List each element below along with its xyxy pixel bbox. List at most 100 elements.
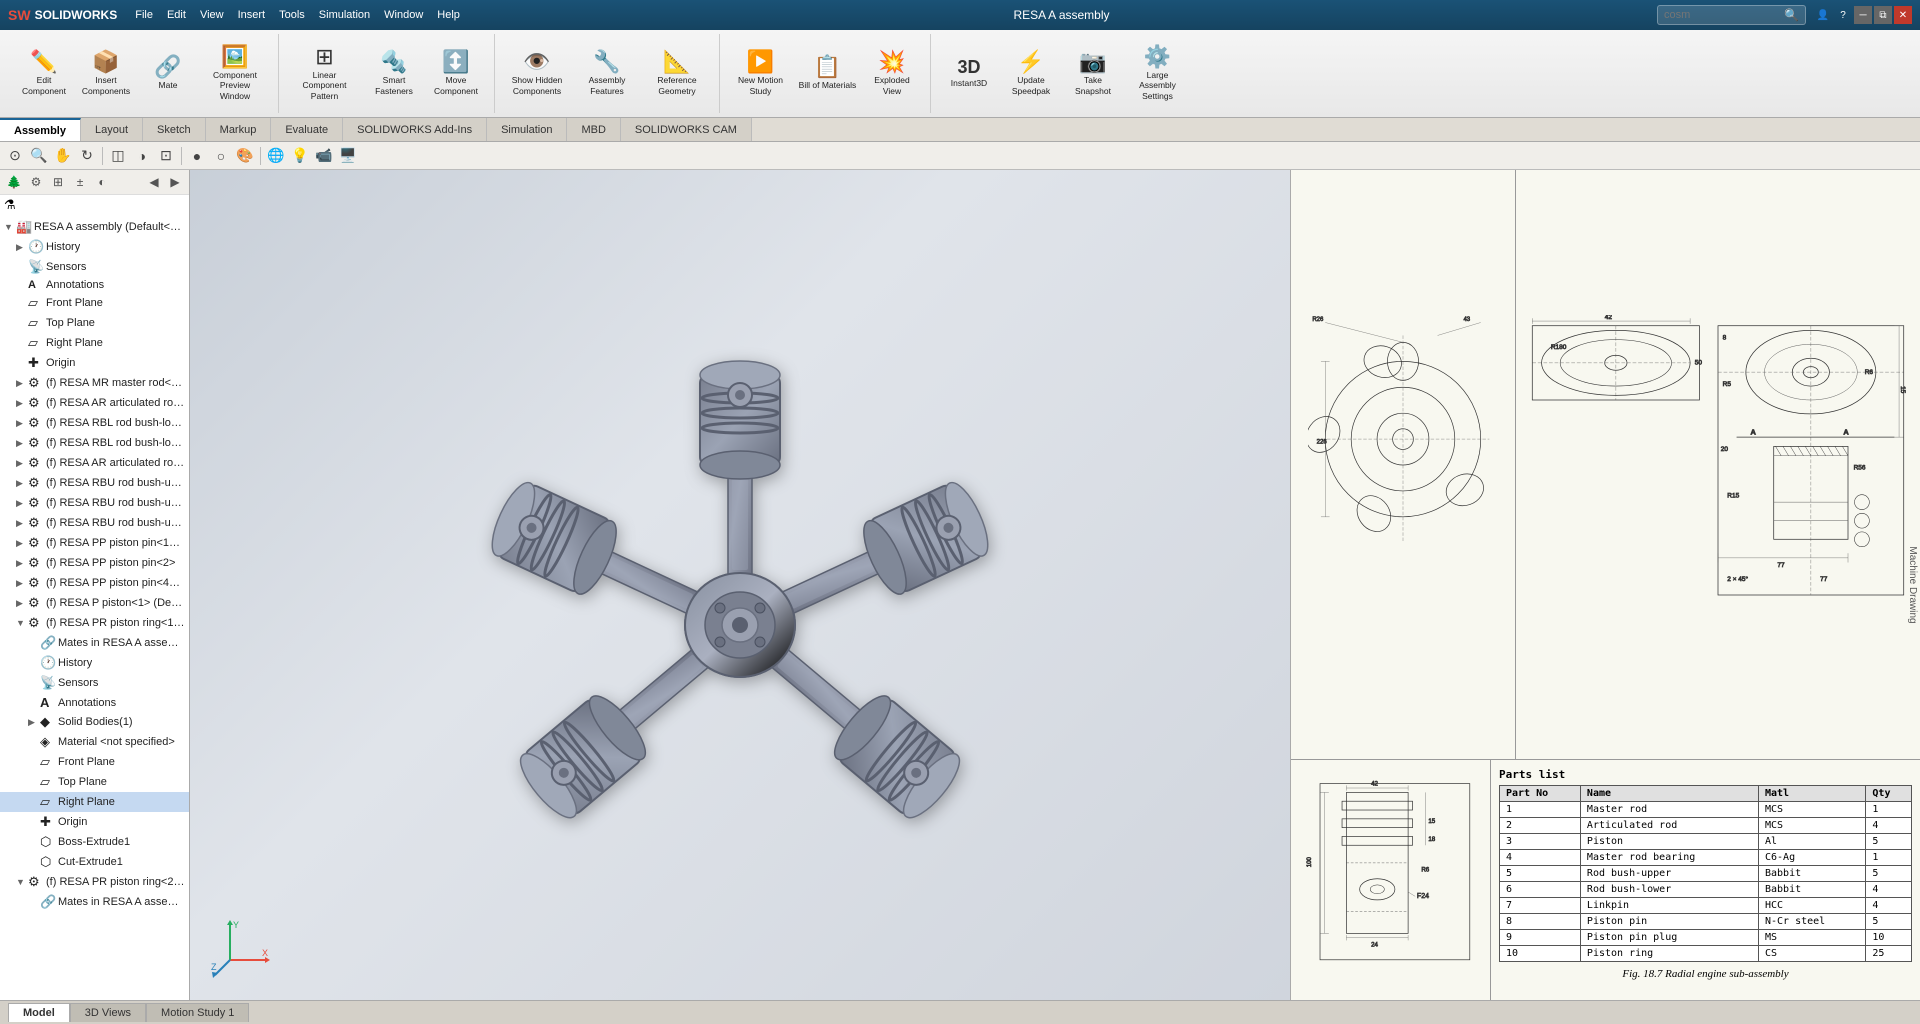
tree-item-front-plane[interactable]: ▱ Front Plane [0, 293, 189, 313]
panel-config-btn[interactable]: ⊞ [48, 172, 68, 192]
tree-item-sensors2[interactable]: 📡 Sensors [0, 673, 189, 693]
menu-simulation[interactable]: Simulation [313, 7, 376, 23]
take-snapshot-button[interactable]: 📷 Take Snapshot [1063, 46, 1123, 100]
mate-button[interactable]: 🔗 Mate [138, 51, 198, 95]
view-wireframe-btn[interactable]: ○ [210, 145, 232, 167]
menu-view[interactable]: View [194, 7, 230, 23]
search-input[interactable] [1664, 9, 1784, 21]
edit-component-button[interactable]: ✏️ Edit Component [14, 46, 74, 100]
component-preview-window-button[interactable]: 🖼️ Component Preview Window [200, 41, 270, 106]
tree-item-front-plane2[interactable]: ▱ Front Plane [0, 752, 189, 772]
menu-edit[interactable]: Edit [161, 7, 192, 23]
tree-item-history[interactable]: ▶ 🕐 History [0, 237, 189, 257]
user-icon[interactable]: 👤 [1814, 6, 1832, 24]
exploded-view-button[interactable]: 💥 Exploded View [862, 46, 922, 100]
tree-item-rbu-upper2[interactable]: ▶ ⚙ (f) RESA RBU rod bush-upper<2 [0, 493, 189, 513]
menu-help[interactable]: Help [431, 7, 466, 23]
tree-item-pr-ring1[interactable]: ▼ ⚙ (f) RESA PR piston ring<1> (Def [0, 613, 189, 633]
3d-viewport[interactable]: X Y Z [190, 170, 1290, 1000]
tree-item-pp-pin4[interactable]: ▶ ⚙ (f) RESA PP piston pin<4> (Defa [0, 573, 189, 593]
tree-item-material[interactable]: ◈ Material <not specified> [0, 732, 189, 752]
tab-3d-views[interactable]: 3D Views [70, 1003, 146, 1022]
menu-file[interactable]: File [129, 7, 159, 23]
tree-item-ar-rod2[interactable]: ▶ ⚙ (f) RESA AR articulated rod<2> [0, 453, 189, 473]
tree-item-pr-ring2[interactable]: ▼ ⚙ (f) RESA PR piston ring<2> (Def [0, 872, 189, 892]
tab-simulation[interactable]: Simulation [487, 118, 567, 141]
tree-item-top-plane[interactable]: ▱ Top Plane [0, 313, 189, 333]
tree-item-cut-extrude1[interactable]: ⬡ Cut-Extrude1 [0, 852, 189, 872]
minimize-button[interactable]: ─ [1854, 6, 1872, 24]
bill-of-materials-button[interactable]: 📋 Bill of Materials [795, 51, 860, 95]
move-component-button[interactable]: ↕️ Move Component [426, 46, 486, 100]
tree-item-ar-rod1[interactable]: ▶ ⚙ (f) RESA AR articulated rod<1> [0, 393, 189, 413]
assembly-features-button[interactable]: 🔧 Assembly Features [573, 46, 641, 100]
tree-item-annotations2[interactable]: A Annotations [0, 693, 189, 712]
tree-item-p-piston1[interactable]: ▶ ⚙ (f) RESA P piston<1> (Default< [0, 593, 189, 613]
view-camera-btn[interactable]: 📹 [313, 145, 335, 167]
tree-item-origin2[interactable]: ✚ Origin [0, 812, 189, 832]
view-pan-btn[interactable]: ✋ [52, 145, 74, 167]
menu-insert[interactable]: Insert [232, 7, 272, 23]
tree-item-origin[interactable]: ✚ Origin [0, 353, 189, 373]
tab-model[interactable]: Model [8, 1003, 70, 1022]
view-appearance-btn[interactable]: 🎨 [234, 145, 256, 167]
view-hide-show-btn[interactable]: ◑ [131, 145, 153, 167]
tab-evaluate[interactable]: Evaluate [271, 118, 343, 141]
view-shading-btn[interactable]: ● [186, 145, 208, 167]
tree-root-item[interactable]: ▼ 🏭 RESA A assembly (Default<Display [0, 217, 189, 237]
search-icon[interactable]: 🔍 [1784, 8, 1799, 22]
restore-button[interactable]: ⧉ [1874, 6, 1892, 24]
panel-next-btn[interactable]: ▶ [165, 172, 185, 192]
tab-assembly[interactable]: Assembly [0, 118, 81, 141]
instant3d-button[interactable]: 3D Instant3D [939, 53, 999, 93]
view-display-style-btn[interactable]: ◫ [107, 145, 129, 167]
show-hidden-components-button[interactable]: 👁️ Show Hidden Components [503, 46, 571, 100]
tree-item-rbu-upper1[interactable]: ▶ ⚙ (f) RESA RBU rod bush-upper<1 [0, 473, 189, 493]
menu-window[interactable]: Window [378, 7, 429, 23]
view-zoom-btn[interactable]: 🔍 [28, 145, 50, 167]
large-assembly-settings-button[interactable]: ⚙️ Large Assembly Settings [1125, 41, 1190, 106]
tab-solidworks-cam[interactable]: SOLIDWORKS CAM [621, 118, 752, 141]
view-rotate-btn[interactable]: ↻ [76, 145, 98, 167]
tree-item-boss-extrude1[interactable]: ⬡ Boss-Extrude1 [0, 832, 189, 852]
insert-components-button[interactable]: 📦 Insert Components [76, 46, 136, 100]
tree-item-rbl-lower2[interactable]: ▶ ⚙ (f) RESA RBL rod bush-lower<2 [0, 433, 189, 453]
tree-item-top-plane2[interactable]: ▱ Top Plane [0, 772, 189, 792]
linear-component-pattern-button[interactable]: ⊞ Linear Component Pattern [287, 41, 362, 106]
new-motion-study-button[interactable]: ▶️ New Motion Study [728, 46, 793, 100]
view-scenes-btn[interactable]: 🌐 [265, 145, 287, 167]
tree-item-right-plane2[interactable]: ▱ Right Plane [0, 792, 189, 812]
tree-item-sensors[interactable]: 📡 Sensors [0, 257, 189, 277]
reference-geometry-button[interactable]: 📐 Reference Geometry [643, 46, 711, 100]
tree-item-mr-master-rod[interactable]: ▶ ⚙ (f) RESA MR master rod<1> (De [0, 373, 189, 393]
tab-mbd[interactable]: MBD [567, 118, 620, 141]
tab-markup[interactable]: Markup [206, 118, 272, 141]
tree-item-pp-pin1[interactable]: ▶ ⚙ (f) RESA PP piston pin<1> (Defa [0, 533, 189, 553]
panel-dim-xpert-btn[interactable]: ± [70, 172, 90, 192]
panel-property-btn[interactable]: ⚙ [26, 172, 46, 192]
tab-sketch[interactable]: Sketch [143, 118, 206, 141]
tree-item-rbu-upper4[interactable]: ▶ ⚙ (f) RESA RBU rod bush-upper<4 [0, 513, 189, 533]
view-orientation-btn[interactable]: ⊙ [4, 145, 26, 167]
view-section-btn[interactable]: ⊡ [155, 145, 177, 167]
tree-item-solid-bodies[interactable]: ▶ ◆ Solid Bodies(1) [0, 712, 189, 732]
view-lights-btn[interactable]: 💡 [289, 145, 311, 167]
view-display-btn[interactable]: 🖥️ [337, 145, 359, 167]
tree-item-mates2[interactable]: 🔗 Mates in RESA A assembly [0, 892, 189, 912]
tree-item-history2[interactable]: 🕐 History [0, 653, 189, 673]
smart-fasteners-button[interactable]: 🔩 Smart Fasteners [364, 46, 424, 100]
update-speedpak-button[interactable]: ⚡ Update Speedpak [1001, 46, 1061, 100]
history-expand-icon[interactable]: ▶ [16, 242, 28, 253]
tab-motion-study-1[interactable]: Motion Study 1 [146, 1003, 249, 1022]
panel-display-btn[interactable]: ◐ [92, 172, 112, 192]
close-button[interactable]: ✕ [1894, 6, 1912, 24]
tree-item-right-plane[interactable]: ▱ Right Plane [0, 333, 189, 353]
tree-item-mates1[interactable]: 🔗 Mates in RESA A assembly [0, 633, 189, 653]
panel-prev-btn[interactable]: ◀ [144, 172, 164, 192]
menu-tools[interactable]: Tools [273, 7, 311, 23]
tree-item-rbl-lower1[interactable]: ▶ ⚙ (f) RESA RBL rod bush-lower<1 [0, 413, 189, 433]
help-icon[interactable]: ? [1834, 6, 1852, 24]
panel-feature-tree-btn[interactable]: 🌲 [4, 172, 24, 192]
root-expand-icon[interactable]: ▼ [4, 222, 16, 232]
tab-layout[interactable]: Layout [81, 118, 143, 141]
